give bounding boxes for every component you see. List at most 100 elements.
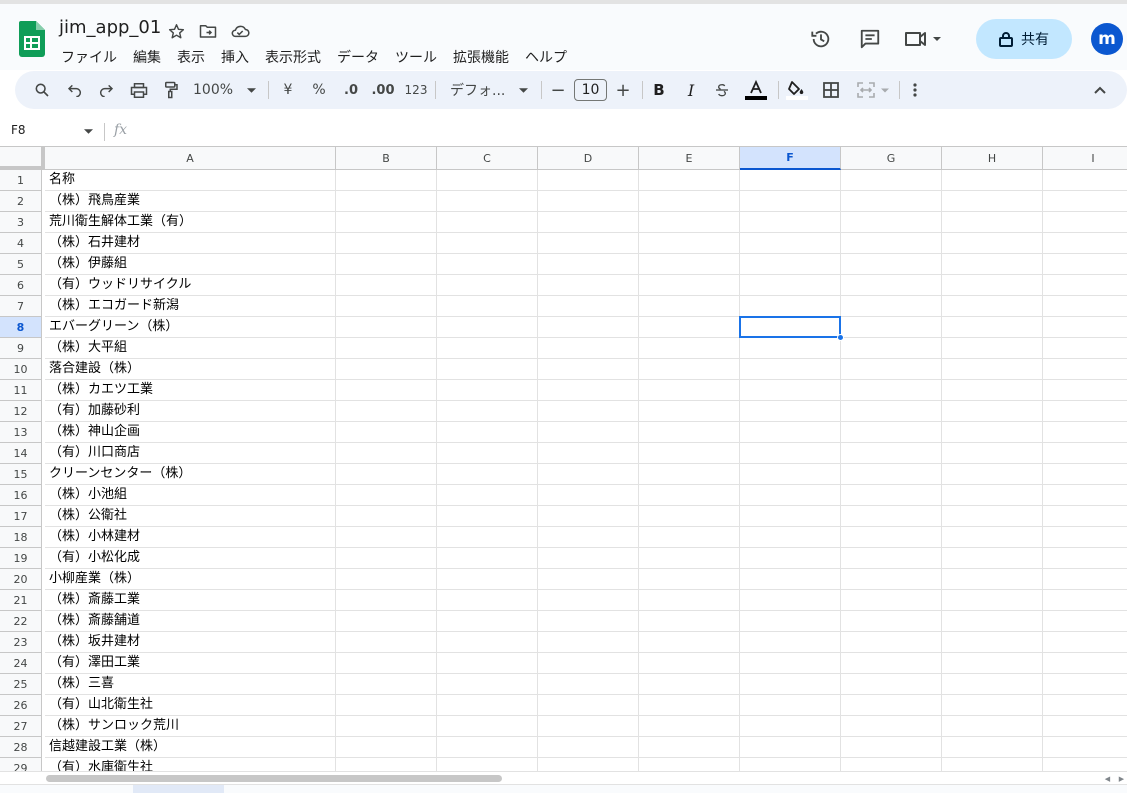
table-cell[interactable] xyxy=(437,443,538,464)
scroll-right-icon[interactable]: ▶ xyxy=(1116,773,1127,784)
table-cell[interactable] xyxy=(1043,338,1127,359)
decrease-decimal-button[interactable]: .0 xyxy=(340,71,362,109)
table-cell[interactable] xyxy=(437,569,538,590)
table-cell[interactable] xyxy=(538,674,639,695)
menu-item[interactable]: 編集 xyxy=(125,46,169,68)
table-cell[interactable]: （株）三喜 xyxy=(45,674,336,695)
table-cell[interactable] xyxy=(538,611,639,632)
table-cell[interactable] xyxy=(437,632,538,653)
table-cell[interactable] xyxy=(437,191,538,212)
table-cell[interactable] xyxy=(437,695,538,716)
table-cell[interactable] xyxy=(1043,548,1127,569)
table-cell[interactable] xyxy=(1043,296,1127,317)
row-header[interactable]: 10 xyxy=(0,359,42,380)
row-header[interactable]: 4 xyxy=(0,233,42,254)
table-cell[interactable] xyxy=(1043,653,1127,674)
table-cell[interactable] xyxy=(639,254,740,275)
table-cell[interactable] xyxy=(639,401,740,422)
scroll-left-icon[interactable]: ◀ xyxy=(1102,773,1113,784)
table-cell[interactable] xyxy=(942,464,1043,485)
table-cell[interactable] xyxy=(538,254,639,275)
table-cell[interactable]: （有）水庫衛生社 xyxy=(45,758,336,771)
row-header[interactable]: 6 xyxy=(0,275,42,296)
table-cell[interactable] xyxy=(639,674,740,695)
table-cell[interactable] xyxy=(841,548,942,569)
table-cell[interactable] xyxy=(740,338,841,359)
table-cell[interactable] xyxy=(1043,317,1127,338)
column-header[interactable]: G xyxy=(841,147,942,170)
table-cell[interactable] xyxy=(1043,254,1127,275)
table-cell[interactable] xyxy=(841,464,942,485)
table-cell[interactable] xyxy=(336,485,437,506)
fill-color-icon[interactable] xyxy=(785,71,809,109)
table-cell[interactable] xyxy=(538,359,639,380)
row-header[interactable]: 3 xyxy=(0,212,42,233)
table-cell[interactable] xyxy=(639,653,740,674)
table-cell[interactable] xyxy=(437,758,538,771)
table-cell[interactable] xyxy=(437,653,538,674)
table-cell[interactable] xyxy=(841,674,942,695)
table-cell[interactable] xyxy=(639,464,740,485)
table-cell[interactable] xyxy=(841,632,942,653)
table-cell[interactable] xyxy=(336,716,437,737)
table-cell[interactable] xyxy=(437,422,538,443)
table-cell[interactable] xyxy=(639,380,740,401)
table-cell[interactable] xyxy=(639,317,740,338)
table-cell[interactable] xyxy=(639,716,740,737)
table-cell[interactable] xyxy=(841,212,942,233)
strikethrough-icon[interactable] xyxy=(712,71,732,109)
table-cell[interactable] xyxy=(538,548,639,569)
font-family-select[interactable]: デフォ... xyxy=(450,71,530,109)
table-cell[interactable] xyxy=(538,212,639,233)
table-cell[interactable] xyxy=(942,401,1043,422)
table-cell[interactable] xyxy=(538,401,639,422)
table-cell[interactable]: 小柳産業（株） xyxy=(45,569,336,590)
table-cell[interactable] xyxy=(740,443,841,464)
table-cell[interactable] xyxy=(841,695,942,716)
table-cell[interactable] xyxy=(841,317,942,338)
table-cell[interactable] xyxy=(437,737,538,758)
table-cell[interactable] xyxy=(1043,422,1127,443)
decrease-font-size-button[interactable]: − xyxy=(548,71,568,109)
table-cell[interactable] xyxy=(437,296,538,317)
table-cell[interactable] xyxy=(841,758,942,771)
table-cell[interactable] xyxy=(336,569,437,590)
column-header[interactable]: A xyxy=(45,147,336,170)
table-cell[interactable] xyxy=(942,443,1043,464)
table-cell[interactable]: （株）石井建材 xyxy=(45,233,336,254)
table-cell[interactable] xyxy=(336,317,437,338)
table-cell[interactable] xyxy=(740,695,841,716)
table-cell[interactable] xyxy=(841,401,942,422)
table-cell[interactable] xyxy=(336,296,437,317)
table-cell[interactable] xyxy=(1043,464,1127,485)
table-cell[interactable]: （有）川口商店 xyxy=(45,443,336,464)
table-cell[interactable] xyxy=(740,758,841,771)
more-options-icon[interactable] xyxy=(905,71,925,109)
table-cell[interactable] xyxy=(538,590,639,611)
table-cell[interactable] xyxy=(336,275,437,296)
table-cell[interactable] xyxy=(639,611,740,632)
row-header[interactable]: 9 xyxy=(0,338,42,359)
row-header[interactable]: 17 xyxy=(0,506,42,527)
table-cell[interactable] xyxy=(639,527,740,548)
table-cell[interactable] xyxy=(841,653,942,674)
table-cell[interactable] xyxy=(336,737,437,758)
column-header[interactable]: C xyxy=(437,147,538,170)
table-cell[interactable] xyxy=(942,254,1043,275)
column-header[interactable]: I xyxy=(1043,147,1127,170)
table-cell[interactable] xyxy=(538,632,639,653)
row-header[interactable]: 20 xyxy=(0,569,42,590)
table-cell[interactable] xyxy=(942,338,1043,359)
table-cell[interactable]: エバーグリーン（株） xyxy=(45,317,336,338)
table-cell[interactable] xyxy=(336,191,437,212)
row-header[interactable]: 23 xyxy=(0,632,42,653)
table-cell[interactable] xyxy=(437,611,538,632)
table-cell[interactable] xyxy=(538,338,639,359)
table-cell[interactable] xyxy=(740,569,841,590)
table-cell[interactable] xyxy=(538,170,639,191)
table-cell[interactable] xyxy=(538,695,639,716)
row-header[interactable]: 11 xyxy=(0,380,42,401)
table-cell[interactable] xyxy=(1043,758,1127,771)
column-header[interactable]: H xyxy=(942,147,1043,170)
table-cell[interactable] xyxy=(841,233,942,254)
